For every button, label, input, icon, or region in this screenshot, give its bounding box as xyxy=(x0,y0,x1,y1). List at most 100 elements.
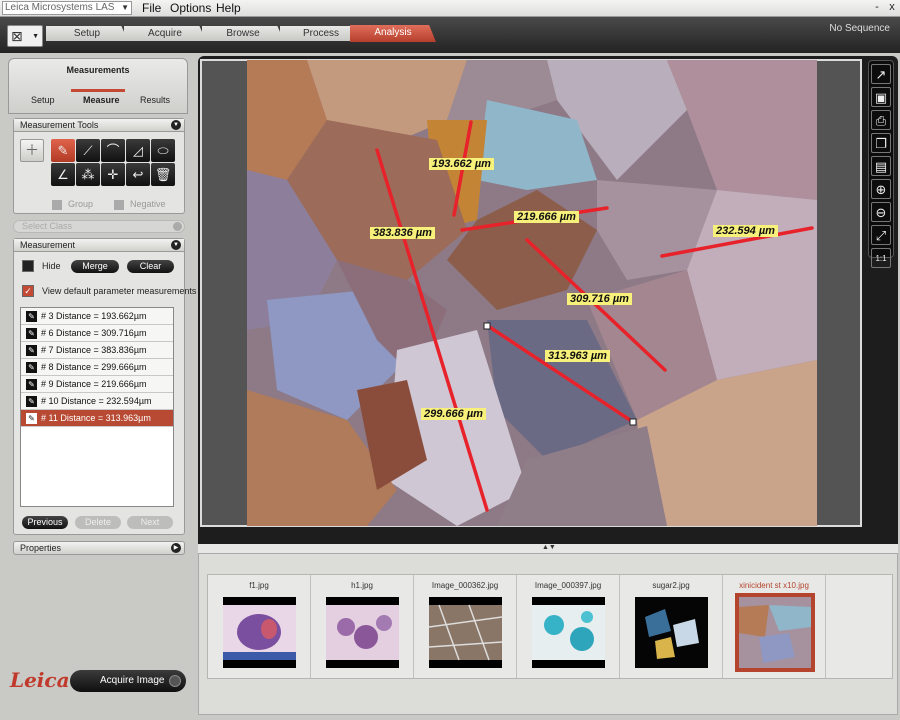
gallery-thumbnail[interactable]: h1.jpg xyxy=(311,575,414,678)
fit-to-window-icon[interactable]: ⤢ xyxy=(871,225,891,245)
application-selector[interactable]: Leica Microsystems LAS ▼ xyxy=(2,1,132,15)
thumbnail-image xyxy=(429,597,502,668)
measurement-label: 299.666 µm xyxy=(421,408,486,420)
subtab-results[interactable]: Results xyxy=(140,95,170,105)
select-class-label: Select Class xyxy=(22,221,73,231)
measurement-item[interactable]: ✎ # 3 Distance = 193.662µm xyxy=(21,308,173,325)
ellipse-tool-icon[interactable]: ⬭ xyxy=(151,139,175,162)
properties-title: Properties xyxy=(20,543,62,553)
polyline-tool-icon[interactable]: ⌒ xyxy=(101,139,125,162)
clear-button[interactable]: Clear xyxy=(127,260,174,273)
copy-icon[interactable]: ❐ xyxy=(871,133,891,153)
hide-label: Hide xyxy=(42,261,61,271)
hide-toggle[interactable] xyxy=(22,260,34,272)
subtab-setup[interactable]: Setup xyxy=(31,95,55,105)
pen-icon: ✎ xyxy=(26,396,37,407)
group-label: Group xyxy=(68,199,94,209)
chevron-right-icon xyxy=(173,222,182,231)
gallery-thumbnail[interactable]: Image_000397.jpg xyxy=(517,575,620,678)
measurement-header[interactable]: Measurement ▼ xyxy=(14,239,184,252)
zoom-in-icon[interactable]: ⊕ xyxy=(871,179,891,199)
paste-icon[interactable]: ▤ xyxy=(871,156,891,176)
thumbnail-label: h1.jpg xyxy=(351,581,373,590)
properties-header[interactable]: Properties ▶ xyxy=(13,541,185,555)
pen-icon: ✎ xyxy=(26,328,37,339)
measurement-text: # 8 Distance = 299.666µm xyxy=(41,362,147,372)
polygon-tool-icon[interactable]: ◿ xyxy=(126,139,150,162)
splitter[interactable]: ▲▼ xyxy=(198,544,898,553)
close-button[interactable]: x xyxy=(885,0,899,16)
sequence-label: No Sequence xyxy=(829,23,890,34)
measurement-list: ✎ # 3 Distance = 193.662µm ✎ # 6 Distance … xyxy=(20,307,174,507)
menu-options[interactable]: Options xyxy=(170,1,211,15)
menu-help-label: Help xyxy=(216,1,241,15)
tab-setup[interactable]: Setup xyxy=(46,26,128,41)
image-gallery: f1.jpg h1.jpg Image_000362.jpg Image_000… xyxy=(198,553,898,715)
gallery-thumbnail[interactable]: sugar2.jpg xyxy=(620,575,723,678)
collapse-icon[interactable]: ▼ xyxy=(171,240,181,250)
measurement-item[interactable]: ✎ # 10 Distance = 232.594µm xyxy=(21,393,173,410)
measurement-text: # 7 Distance = 383.836µm xyxy=(41,345,147,355)
tool-grid: ✎ ⟋ ⌒ ◿ ⬭ ∠ ⁂ ✛ ↩ 🗑 xyxy=(51,139,175,187)
measurement-text: # 10 Distance = 232.594µm xyxy=(41,396,152,406)
acquire-image-button[interactable]: Acquire Image xyxy=(70,670,186,692)
menu-file[interactable]: File xyxy=(142,1,161,15)
active-subtab-indicator xyxy=(71,89,125,92)
gallery-thumbnail[interactable]: Image_000362.jpg xyxy=(414,575,517,678)
tab-browse[interactable]: Browse xyxy=(202,26,284,41)
merge-button[interactable]: Merge xyxy=(71,260,119,273)
default-params-checkbox[interactable]: ✓ xyxy=(22,285,34,297)
menu-options-label: Options xyxy=(170,1,212,15)
subtab-measure[interactable]: Measure xyxy=(83,95,120,105)
measurement-label: 232.594 µm xyxy=(713,225,778,237)
measurement-item[interactable]: ✎ # 7 Distance = 383.836µm xyxy=(21,342,173,359)
line-tool-icon[interactable]: ⟋ xyxy=(76,139,100,162)
measurement-item[interactable]: ✎ # 6 Distance = 309.716µm xyxy=(21,325,173,342)
pen-tool-icon[interactable]: ✎ xyxy=(51,139,75,162)
minimize-button[interactable]: - xyxy=(870,0,884,16)
thumbnail-label: f1.jpg xyxy=(249,581,269,590)
count-tool-icon[interactable]: ⁂ xyxy=(76,163,100,186)
measurement-item-selected[interactable]: ✎ # 11 Distance = 313.963µm xyxy=(21,410,173,427)
measurement-tools-header[interactable]: Measurement Tools ▼ xyxy=(14,119,184,132)
micrograph-image[interactable] xyxy=(247,60,817,526)
menu-file-label: File xyxy=(142,1,162,15)
chevron-down-icon: ▼ xyxy=(32,33,39,40)
tool-selector[interactable]: ⊠ ▼ xyxy=(7,25,43,47)
gallery-thumbnail[interactable]: f1.jpg xyxy=(208,575,311,678)
trash-icon[interactable]: 🗑 xyxy=(151,163,175,186)
actual-size-icon[interactable]: 1:1 xyxy=(871,248,891,268)
group-checkbox[interactable]: Group xyxy=(52,199,93,210)
angle-tool-icon[interactable]: ∠ xyxy=(51,163,75,186)
negative-checkbox[interactable]: Negative xyxy=(114,199,166,210)
measurement-item[interactable]: ✎ # 9 Distance = 219.666µm xyxy=(21,376,173,393)
tab-acquire[interactable]: Acquire xyxy=(124,26,206,41)
microscope-icon: ⊠ xyxy=(11,28,23,44)
print-icon[interactable]: ⎙ xyxy=(871,110,891,130)
select-class-dropdown[interactable]: Select Class xyxy=(13,220,185,233)
tab-analysis[interactable]: Analysis xyxy=(350,25,436,42)
crosshair-tool-icon[interactable]: ✛ xyxy=(101,163,125,186)
undo-icon[interactable]: ↩ xyxy=(126,163,150,186)
line-handle[interactable] xyxy=(629,418,637,426)
measurement-text: # 9 Distance = 219.666µm xyxy=(41,379,147,389)
gallery-thumbnail-selected[interactable]: xinicident st x10.jpg xyxy=(723,575,826,678)
save-icon[interactable]: ▣ xyxy=(871,87,891,107)
measurement-label: 313.963 µm xyxy=(545,350,610,362)
negative-checkbox-box xyxy=(114,199,124,210)
line-handle[interactable] xyxy=(483,322,491,330)
tab-process[interactable]: Process xyxy=(280,26,362,41)
menu-help[interactable]: Help xyxy=(216,1,241,15)
previous-button[interactable]: Previous xyxy=(22,516,68,529)
add-tool-button[interactable]: ＋ xyxy=(20,139,44,162)
collapse-icon[interactable]: ▼ xyxy=(171,120,181,130)
workflow-tab-bar: ⊠ ▼ Setup Acquire Browse Process Analysi… xyxy=(0,17,900,53)
zoom-out-icon[interactable]: ⊖ xyxy=(871,202,891,222)
export-icon[interactable]: ↗ xyxy=(871,64,891,84)
next-button[interactable]: Next xyxy=(127,516,173,529)
measurement-title: Measurement xyxy=(20,240,76,250)
measurement-item[interactable]: ✎ # 8 Distance = 299.666µm xyxy=(21,359,173,376)
leica-logo: Leica xyxy=(10,668,70,692)
pen-icon: ✎ xyxy=(26,379,37,390)
delete-button[interactable]: Delete xyxy=(75,516,121,529)
